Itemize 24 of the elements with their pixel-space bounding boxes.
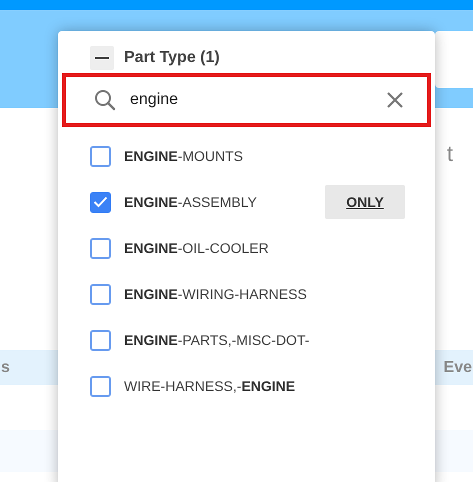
checkbox[interactable] bbox=[90, 330, 111, 350]
checkbox[interactable] bbox=[90, 192, 111, 212]
minus-icon bbox=[95, 57, 109, 59]
option-label[interactable]: ENGINE-ASSEMBLY bbox=[124, 194, 257, 210]
option-label[interactable]: ENGINE-OIL-COOLER bbox=[124, 240, 269, 256]
search-field[interactable] bbox=[435, 31, 473, 88]
option-label[interactable]: WIRE-HARNESS,-ENGINE bbox=[124, 378, 296, 394]
option-label[interactable]: ENGINE-WIRING-HARNESS bbox=[124, 286, 307, 302]
column-header: Eve bbox=[444, 358, 472, 376]
search-icon bbox=[94, 89, 116, 111]
close-icon[interactable] bbox=[387, 92, 403, 108]
collapse-button[interactable] bbox=[90, 46, 114, 70]
checkbox[interactable] bbox=[90, 238, 111, 258]
only-button[interactable]: ONLY bbox=[325, 185, 405, 219]
option-label[interactable]: ENGINE-MOUNTS bbox=[124, 148, 244, 164]
checkbox[interactable] bbox=[90, 284, 111, 304]
checkbox[interactable] bbox=[90, 146, 111, 166]
column-header: s bbox=[1, 358, 10, 376]
option-label[interactable]: ENGINE-PARTS,-MISC-DOT- bbox=[124, 332, 310, 348]
checkmark-icon bbox=[93, 196, 108, 208]
search-field[interactable]: engine bbox=[130, 91, 373, 109]
page-heading: t bbox=[446, 141, 453, 168]
checkbox[interactable] bbox=[90, 376, 111, 396]
filter-title: Part Type (1) bbox=[124, 49, 220, 67]
